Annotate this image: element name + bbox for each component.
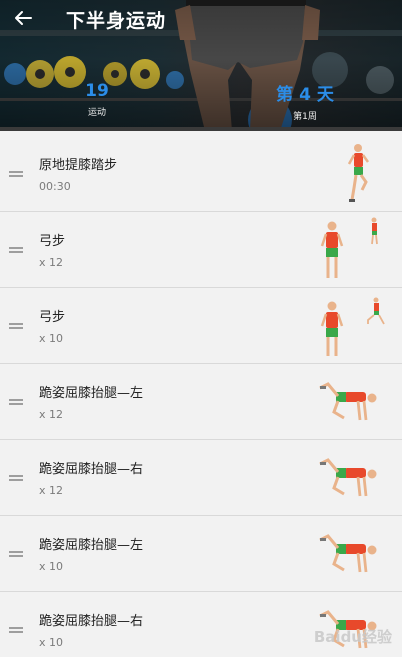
drag-handle-icon[interactable] xyxy=(9,627,23,633)
exercise-detail: x 12 xyxy=(39,484,64,497)
exercise-row[interactable]: 原地提膝踏步 00:30 xyxy=(0,136,402,212)
page-title: 下半身运动 xyxy=(66,10,167,32)
exercise-detail: x 10 xyxy=(39,560,64,573)
header-overlay xyxy=(0,0,402,131)
exercise-row[interactable]: 跪姿屈膝抬腿—左 x 12 xyxy=(0,364,402,440)
exercise-name: 跪姿屈膝抬腿—右 xyxy=(39,614,144,629)
stat-exercise-count-label: 运动 xyxy=(87,108,106,118)
exercise-row[interactable]: 弓步 x 10 xyxy=(0,288,402,364)
exercise-name: 弓步 xyxy=(39,234,66,249)
arrow-left-icon xyxy=(15,11,32,25)
exercise-row[interactable]: 跪姿屈膝抬腿—右 x 12 xyxy=(0,440,402,516)
exercise-detail: x 12 xyxy=(39,256,64,269)
kneeling-leg-lift-illustration-icon xyxy=(319,534,377,573)
header-divider xyxy=(0,127,402,131)
exercise-detail: x 10 xyxy=(39,636,64,649)
kneeling-leg-lift-illustration-icon xyxy=(319,382,377,421)
stat-day: 第 4 天 第1周 xyxy=(270,80,340,122)
stat-day-value: 第 4 天 xyxy=(276,85,334,105)
watermark: Baidu经验 xyxy=(313,628,392,646)
drag-handle-icon[interactable] xyxy=(9,551,23,557)
exercise-name: 跪姿屈膝抬腿—右 xyxy=(39,462,144,477)
drag-handle-icon[interactable] xyxy=(9,323,23,329)
kneeling-leg-lift-illustration-icon xyxy=(319,458,377,497)
header-banner: 下半身运动 19 运动 第 4 天 第1周 xyxy=(0,0,402,131)
lunge-illustration-icon xyxy=(320,297,385,356)
stat-day-label: 第1周 xyxy=(293,112,317,122)
exercise-list: 原地提膝踏步 00:30 弓步 x 12 弓步 x 10 跪姿屈膝抬腿—左 x … xyxy=(0,136,402,657)
exercise-row[interactable]: 跪姿屈膝抬腿—右 x 10 Baidu经验 xyxy=(0,592,402,657)
exercise-name: 跪姿屈膝抬腿—左 xyxy=(39,538,144,553)
lunge-illustration-icon xyxy=(320,217,378,278)
exercise-detail: 00:30 xyxy=(39,180,71,193)
drag-handle-icon[interactable] xyxy=(9,399,23,405)
exercise-row[interactable]: 弓步 x 12 xyxy=(0,212,402,288)
exercise-name: 弓步 xyxy=(39,310,66,325)
back-button[interactable] xyxy=(8,4,38,32)
stat-exercise-count: 19 运动 xyxy=(80,81,114,118)
stat-exercise-count-value: 19 xyxy=(85,81,109,101)
drag-handle-icon[interactable] xyxy=(9,247,23,253)
drag-handle-icon[interactable] xyxy=(9,171,23,177)
drag-handle-icon[interactable] xyxy=(9,475,23,481)
exercise-name: 跪姿屈膝抬腿—左 xyxy=(39,386,144,401)
exercise-detail: x 10 xyxy=(39,332,64,345)
high-knees-illustration-icon xyxy=(347,144,370,202)
exercise-name: 原地提膝踏步 xyxy=(39,158,118,173)
exercise-detail: x 12 xyxy=(39,408,64,421)
exercise-row[interactable]: 跪姿屈膝抬腿—左 x 10 xyxy=(0,516,402,592)
